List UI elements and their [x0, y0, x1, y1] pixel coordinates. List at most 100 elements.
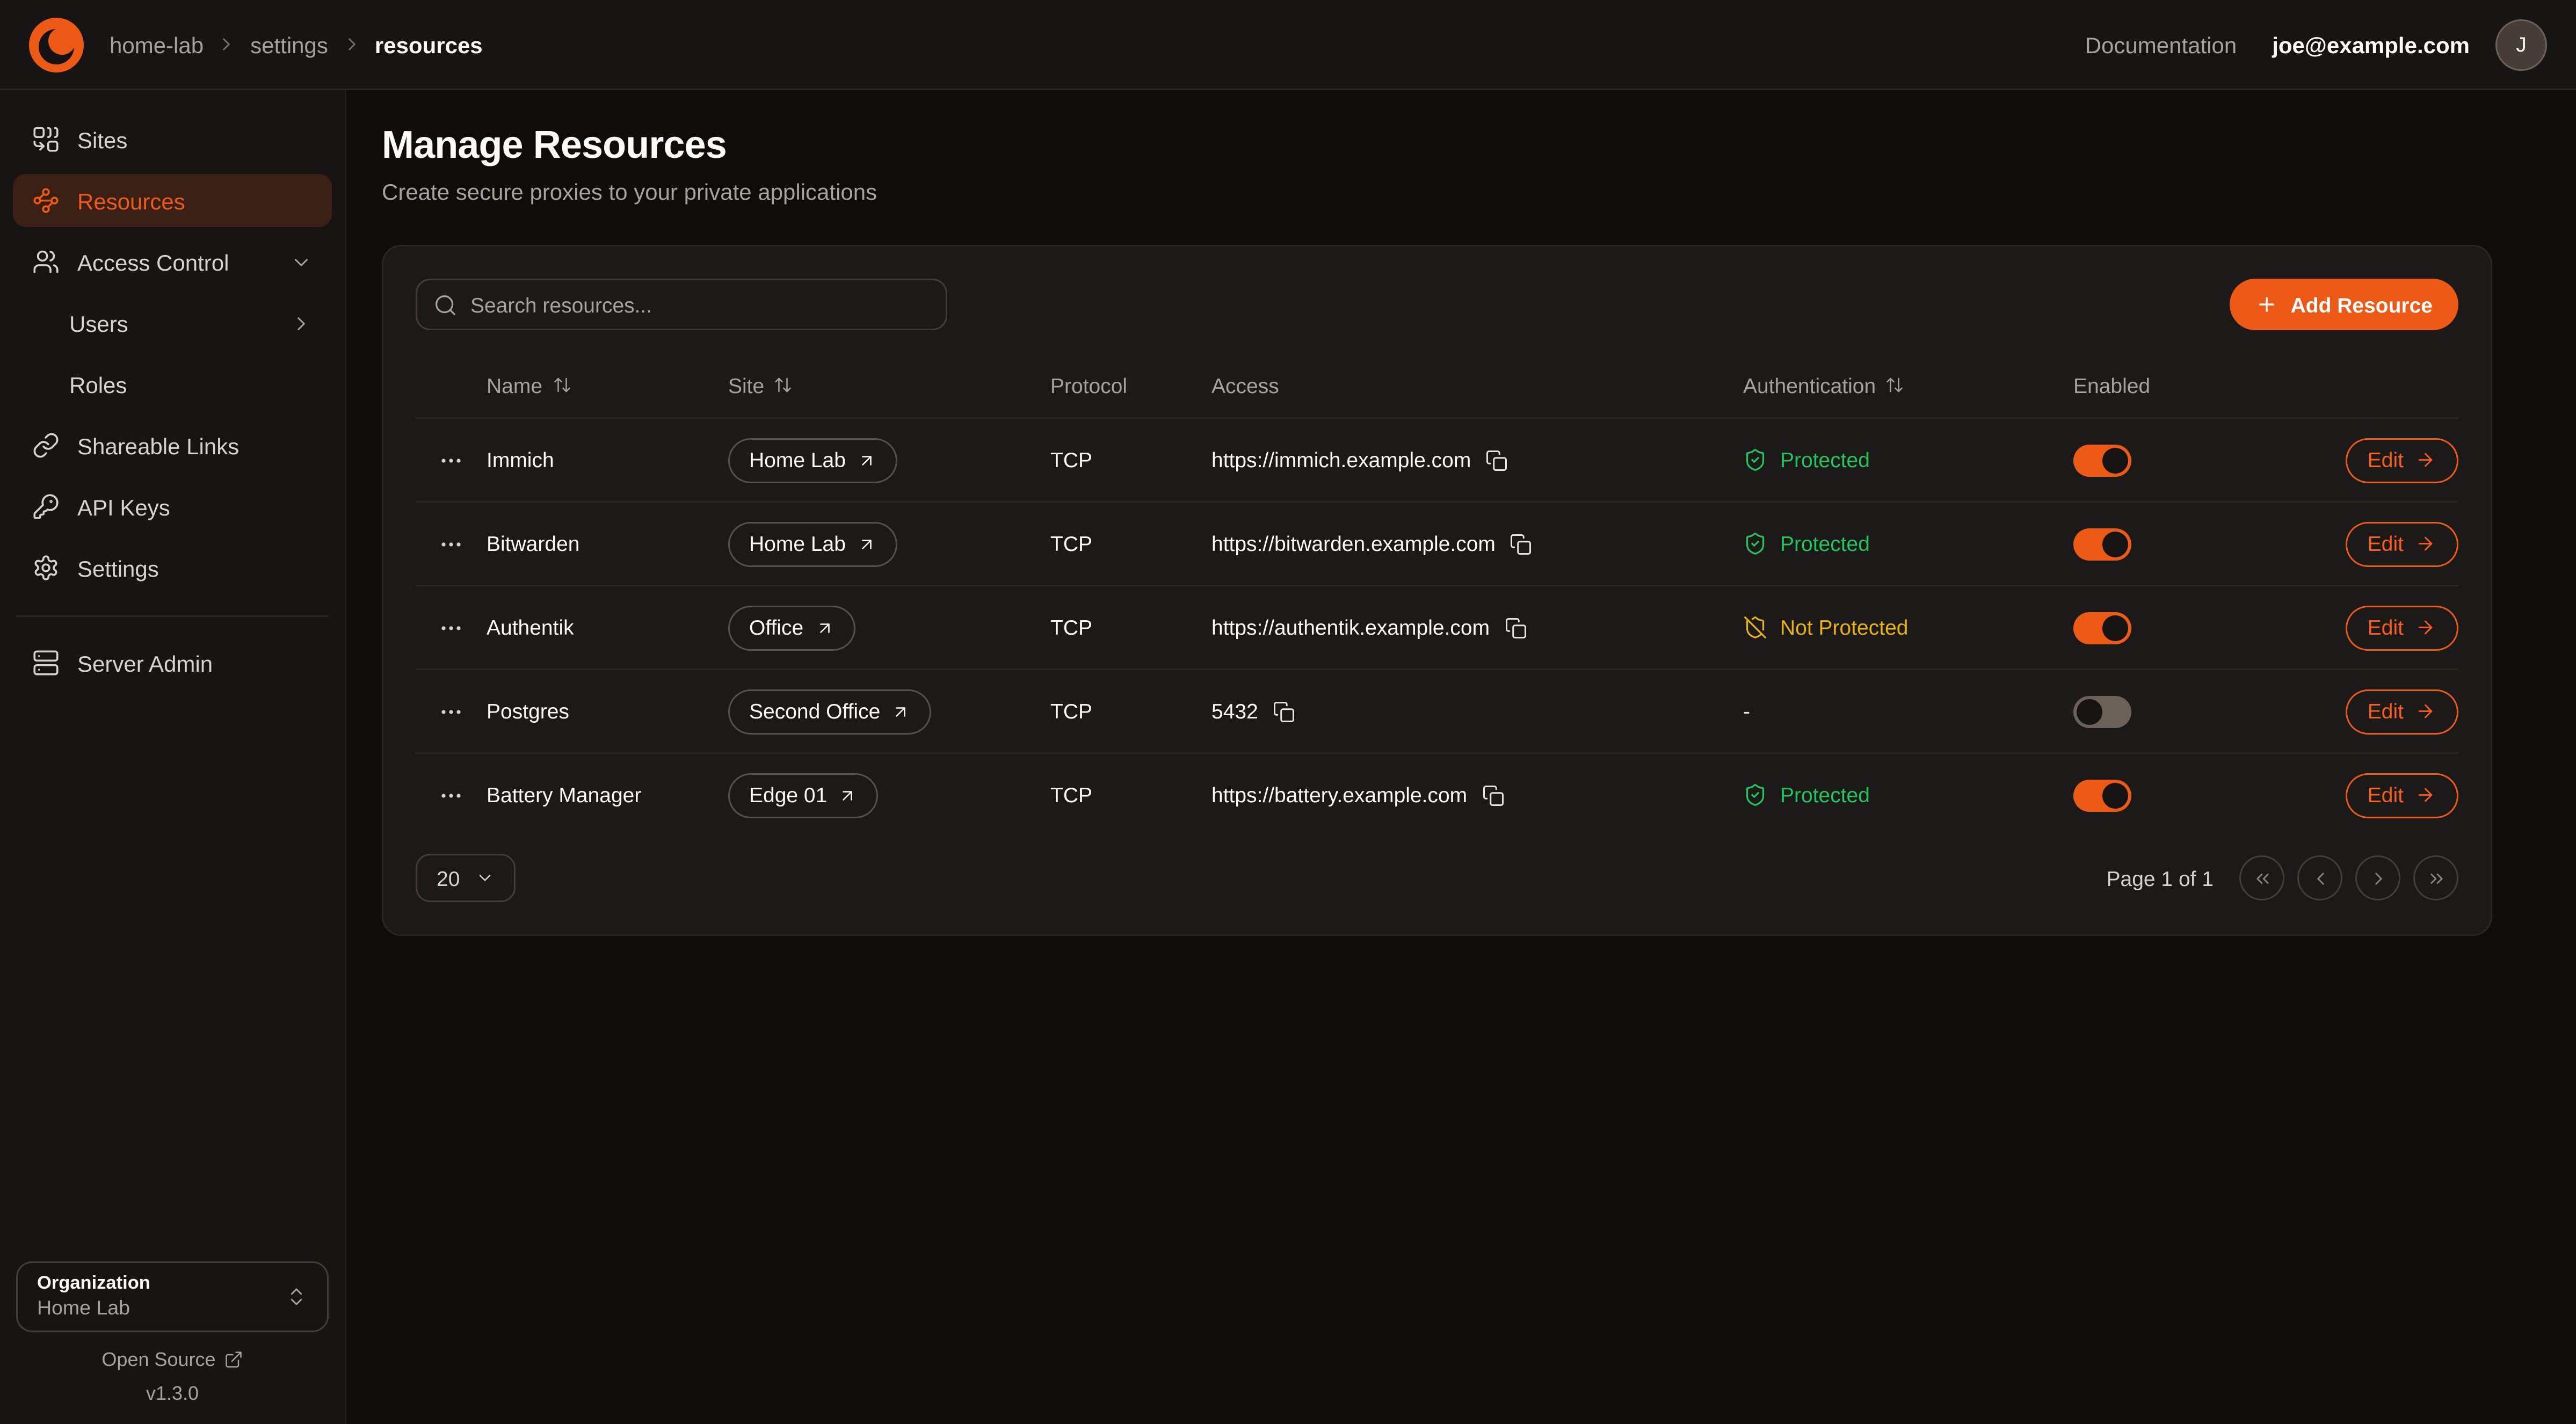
protocol-value: TCP [1050, 783, 1211, 807]
row-menu-button[interactable] [416, 531, 487, 557]
sort-icon [552, 375, 571, 395]
search-input[interactable] [416, 279, 947, 330]
site-link[interactable]: Home Lab [728, 438, 897, 483]
sidebar-item-shareable-links[interactable]: Shareable Links [13, 419, 332, 472]
edit-button[interactable]: Edit [2345, 605, 2458, 650]
column-header-site[interactable]: Site [728, 373, 1050, 397]
edit-button[interactable]: Edit [2345, 689, 2458, 734]
gear-icon [32, 554, 60, 582]
page-info: Page 1 of 1 [2107, 866, 2214, 890]
chevrons-up-down-icon [285, 1285, 308, 1308]
arrow-up-right-icon [815, 618, 834, 637]
chevrons-left-icon [2252, 868, 2273, 889]
row-menu-button[interactable] [416, 615, 487, 641]
shield-off-icon [1743, 615, 1767, 640]
arrow-up-right-icon [857, 534, 876, 554]
table-body: Immich Home Lab TCP https://immich.examp… [416, 417, 2458, 836]
column-header-access: Access [1211, 373, 1743, 397]
enabled-toggle[interactable] [2073, 695, 2131, 728]
protocol-value: TCP [1050, 448, 1211, 472]
resource-name: Bitwarden [487, 532, 728, 556]
resource-name: Immich [487, 448, 728, 472]
auth-status: Protected [1743, 783, 2073, 807]
first-page-button[interactable] [2239, 855, 2284, 900]
sidebar-item-users[interactable]: Users [13, 296, 332, 350]
sidebar: Sites Resources Access Control Users Rol… [0, 90, 346, 1424]
shield-check-icon [1743, 783, 1767, 807]
arrow-up-right-icon [857, 451, 876, 470]
sidebar-item-access-control[interactable]: Access Control [13, 235, 332, 288]
page-subtitle: Create secure proxies to your private ap… [382, 179, 2541, 205]
enabled-toggle[interactable] [2073, 444, 2131, 476]
site-link[interactable]: Office [728, 605, 855, 650]
breadcrumb-current[interactable]: resources [375, 32, 483, 57]
sidebar-item-settings[interactable]: Settings [13, 541, 332, 594]
row-menu-button[interactable] [416, 699, 487, 724]
documentation-link[interactable]: Documentation [2085, 32, 2237, 57]
edit-button[interactable]: Edit [2345, 773, 2458, 818]
enabled-toggle[interactable] [2073, 779, 2131, 811]
access-url: https://authentik.example.com [1211, 615, 1490, 640]
link-icon [32, 432, 60, 459]
site-link[interactable]: Second Office [728, 689, 932, 734]
user-email[interactable]: joe@example.com [2272, 32, 2470, 57]
auth-label: Protected [1780, 532, 1870, 556]
protocol-value: TCP [1050, 532, 1211, 556]
server-icon [32, 649, 60, 677]
organization-selector[interactable]: Organization Home Lab [16, 1261, 329, 1332]
auth-label: Not Protected [1780, 615, 1909, 640]
top-bar: home-lab settings resources Documentatio… [0, 0, 2576, 90]
site-link[interactable]: Edge 01 [728, 773, 879, 818]
column-header-enabled: Enabled [2073, 373, 2283, 397]
search-icon [433, 293, 458, 317]
sidebar-item-api-keys[interactable]: API Keys [13, 480, 332, 533]
row-menu-button[interactable] [416, 782, 487, 808]
site-link[interactable]: Home Lab [728, 521, 897, 566]
auth-status: Not Protected [1743, 615, 2073, 640]
copy-icon[interactable] [1510, 533, 1533, 555]
protocol-value: TCP [1050, 615, 1211, 640]
sidebar-item-server-admin[interactable]: Server Admin [13, 636, 332, 689]
open-source-link[interactable]: Open Source [13, 1348, 332, 1371]
access-url: https://battery.example.com [1211, 783, 1467, 807]
arrow-right-icon [2415, 784, 2436, 805]
add-resource-button[interactable]: Add Resource [2230, 279, 2458, 330]
chevron-right-icon [216, 34, 237, 55]
sidebar-item-resources[interactable]: Resources [13, 174, 332, 227]
page-title: Manage Resources [382, 124, 2541, 169]
resources-icon [32, 187, 60, 214]
next-page-button[interactable] [2355, 855, 2400, 900]
column-header-authentication[interactable]: Authentication [1743, 373, 2073, 397]
sidebar-item-sites[interactable]: Sites [13, 113, 332, 166]
breadcrumb: home-lab settings resources [110, 32, 483, 57]
edit-button[interactable]: Edit [2345, 438, 2458, 483]
page-size-select[interactable]: 20 [416, 854, 516, 902]
last-page-button[interactable] [2413, 855, 2458, 900]
arrow-right-icon [2415, 701, 2436, 722]
avatar[interactable]: J [2495, 19, 2547, 70]
copy-icon[interactable] [1482, 784, 1504, 807]
enabled-toggle[interactable] [2073, 612, 2131, 644]
copy-icon[interactable] [1485, 449, 1508, 471]
resource-name: Battery Manager [487, 783, 728, 807]
row-menu-button[interactable] [416, 447, 487, 473]
organization-value: Home Lab [37, 1297, 285, 1319]
chevron-right-icon [341, 34, 362, 55]
arrow-right-icon [2415, 617, 2436, 638]
edit-button[interactable]: Edit [2345, 521, 2458, 566]
sites-icon [32, 126, 60, 153]
enabled-toggle[interactable] [2073, 528, 2131, 560]
auth-status: Protected [1743, 448, 2073, 472]
chevron-down-icon [290, 251, 313, 273]
copy-icon[interactable] [1273, 700, 1295, 723]
column-header-name[interactable]: Name [487, 373, 728, 397]
previous-page-button[interactable] [2297, 855, 2342, 900]
external-link-icon [224, 1350, 243, 1369]
arrow-right-icon [2415, 449, 2436, 470]
sort-icon [1885, 375, 1905, 395]
breadcrumb-settings[interactable]: settings [250, 32, 328, 57]
copy-icon[interactable] [1504, 616, 1527, 639]
shield-check-icon [1743, 448, 1767, 472]
breadcrumb-org[interactable]: home-lab [110, 32, 204, 57]
sidebar-item-roles[interactable]: Roles [13, 358, 332, 411]
